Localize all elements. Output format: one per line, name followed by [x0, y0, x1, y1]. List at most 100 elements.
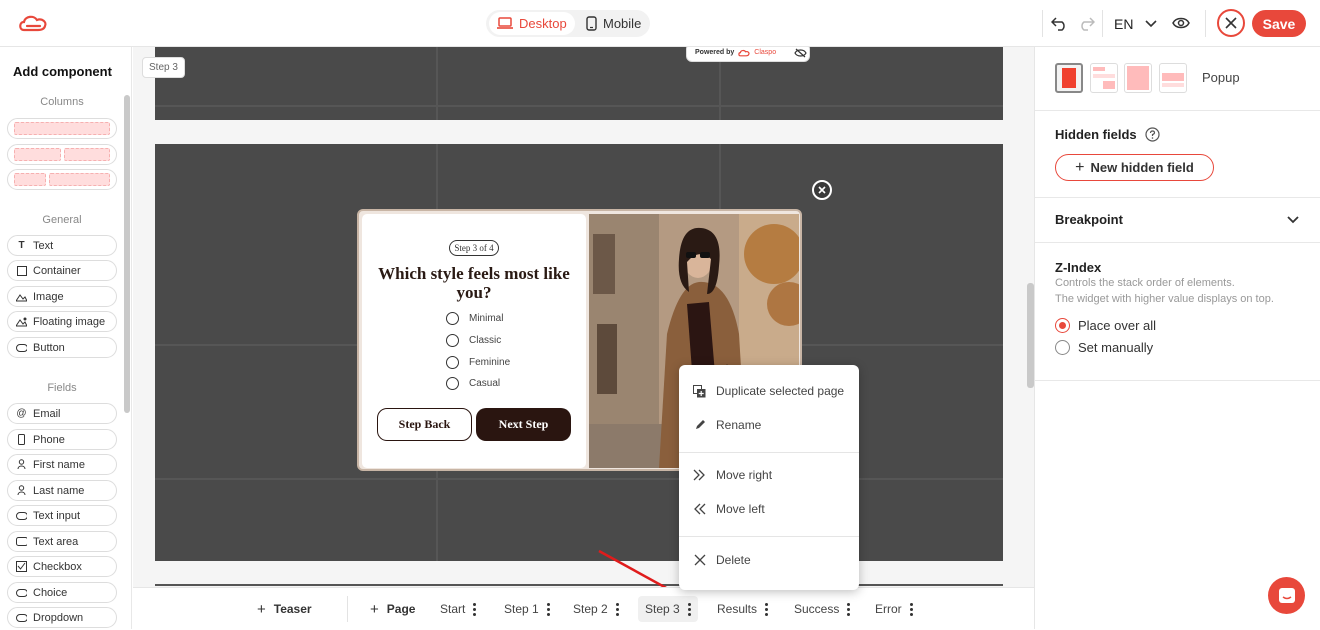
more-vertical-icon[interactable] — [473, 602, 477, 616]
more-vertical-icon[interactable] — [765, 602, 769, 616]
more-vertical-icon[interactable] — [909, 602, 913, 616]
menu-item-label: Duplicate selected page — [716, 384, 845, 398]
more-vertical-icon[interactable] — [687, 602, 691, 616]
menu-divider — [679, 452, 859, 453]
toolbar-divider — [1205, 10, 1206, 37]
plus-icon: + — [370, 600, 379, 618]
field-dropdown[interactable]: Dropdown — [7, 607, 117, 628]
choice-option[interactable]: Minimal — [446, 312, 503, 325]
more-vertical-icon[interactable] — [615, 602, 619, 616]
canvas-scrollbar[interactable] — [1027, 283, 1034, 388]
menu-item-label: Rename — [716, 418, 762, 432]
field-email[interactable]: @ Email — [7, 403, 117, 424]
tab-label: Step 3 — [645, 602, 680, 616]
page-context-menu: Duplicate selected page Rename Move righ… — [679, 365, 859, 590]
component-label: Button — [33, 341, 65, 354]
tab-success[interactable]: Success — [794, 588, 851, 630]
component-label: Floating image — [33, 315, 106, 328]
radio-set-manually[interactable]: Set manually — [1055, 340, 1153, 355]
field-text-input[interactable]: Text input — [7, 505, 117, 526]
radio-place-over-all[interactable]: Place over all — [1055, 318, 1156, 333]
component-button[interactable]: Button — [7, 337, 117, 358]
preview-eye-icon[interactable] — [1172, 16, 1190, 30]
checkbox-icon — [16, 561, 27, 572]
page-label: Page — [386, 602, 416, 616]
field-text-area[interactable]: Text area — [7, 531, 117, 552]
popup-close-button[interactable] — [812, 180, 832, 200]
chevron-down-icon[interactable] — [1287, 216, 1299, 224]
add-teaser-button[interactable]: + Teaser — [257, 588, 312, 630]
powered-by-brand: Claspo — [754, 49, 777, 56]
mobile-toggle[interactable]: Mobile — [578, 12, 649, 35]
guide-line — [436, 47, 438, 120]
tab-step-3[interactable]: Step 3 — [638, 596, 698, 622]
choice-option[interactable]: Feminine — [446, 356, 510, 369]
field-label: First name — [33, 458, 85, 471]
field-phone[interactable]: Phone — [7, 429, 117, 450]
layout-option-fullscreen[interactable] — [1124, 63, 1152, 93]
current-step-tag: Step 3 — [142, 57, 185, 78]
at-icon: @ — [16, 408, 27, 419]
new-hidden-field-button[interactable]: + New hidden field — [1055, 154, 1214, 181]
field-choice[interactable]: Choice — [7, 582, 117, 603]
choice-option[interactable]: Classic — [446, 334, 501, 347]
language-select[interactable]: EN — [1114, 0, 1158, 47]
more-vertical-icon[interactable] — [847, 602, 851, 616]
step-back-button[interactable]: Step Back — [377, 408, 472, 441]
z-index-description: Controls the stack order of elements. — [1055, 277, 1235, 289]
choice-option[interactable]: Casual — [446, 377, 500, 390]
add-page-button[interactable]: + Page — [370, 588, 415, 630]
component-text[interactable]: T Text — [7, 235, 117, 256]
column-layout-2[interactable] — [7, 144, 117, 165]
tab-step-1[interactable]: Step 1 — [504, 588, 550, 630]
close-icon — [818, 186, 826, 194]
help-icon[interactable] — [1145, 127, 1160, 142]
person-icon — [16, 485, 27, 496]
menu-item-rename[interactable]: Rename — [693, 418, 761, 432]
field-last-name[interactable]: Last name — [7, 480, 117, 501]
menu-item-delete[interactable]: Delete — [693, 553, 751, 567]
tab-label: Error — [875, 602, 902, 616]
z-index-section: Z-Index Controls the stack order of elem… — [1035, 243, 1320, 381]
component-image[interactable]: Image — [7, 286, 117, 307]
layout-option-floating-box[interactable] — [1090, 63, 1118, 93]
menu-item-move-left[interactable]: Move left — [693, 502, 765, 516]
layout-option-popup[interactable] — [1055, 63, 1083, 93]
phone-icon — [16, 434, 27, 445]
image-icon — [16, 291, 27, 302]
general-section-label: General — [42, 214, 82, 226]
component-container[interactable]: Container — [7, 260, 117, 281]
desktop-toggle[interactable]: Desktop — [489, 12, 575, 35]
column-layout-1[interactable] — [7, 118, 117, 139]
choice-icon — [16, 587, 27, 598]
layout-option-banner[interactable] — [1159, 63, 1187, 93]
undo-icon[interactable] — [1051, 15, 1068, 31]
tab-step-2[interactable]: Step 2 — [573, 588, 619, 630]
breakpoint-section[interactable]: Breakpoint — [1035, 198, 1320, 243]
redo-icon[interactable] — [1078, 15, 1095, 31]
menu-item-duplicate[interactable]: Duplicate selected page — [693, 384, 844, 398]
chat-support-button[interactable] — [1268, 577, 1305, 614]
claspo-logo-icon[interactable] — [18, 13, 48, 33]
component-label: Image — [33, 290, 64, 303]
close-editor-button[interactable] — [1217, 9, 1245, 37]
menu-item-move-right[interactable]: Move right — [693, 468, 772, 482]
tab-results[interactable]: Results — [717, 588, 769, 630]
chevron-down-icon — [1145, 19, 1158, 27]
tab-start[interactable]: Start — [440, 588, 477, 630]
sidebar-scrollbar[interactable] — [124, 95, 130, 413]
column-layout-1-2[interactable] — [7, 169, 117, 190]
field-label: Dropdown — [33, 611, 84, 624]
menu-divider — [679, 536, 859, 537]
radio-circle — [446, 334, 459, 347]
component-floating-image[interactable]: Floating image — [7, 311, 117, 332]
radio-circle — [446, 377, 459, 390]
tab-error[interactable]: Error — [875, 588, 913, 630]
chat-icon — [1278, 587, 1295, 603]
field-first-name[interactable]: First name — [7, 454, 117, 475]
field-checkbox[interactable]: Checkbox — [7, 556, 117, 577]
eye-off-icon[interactable] — [794, 48, 807, 58]
more-vertical-icon[interactable] — [546, 602, 550, 616]
next-step-button[interactable]: Next Step — [476, 408, 571, 441]
save-button[interactable]: Save — [1252, 10, 1306, 37]
